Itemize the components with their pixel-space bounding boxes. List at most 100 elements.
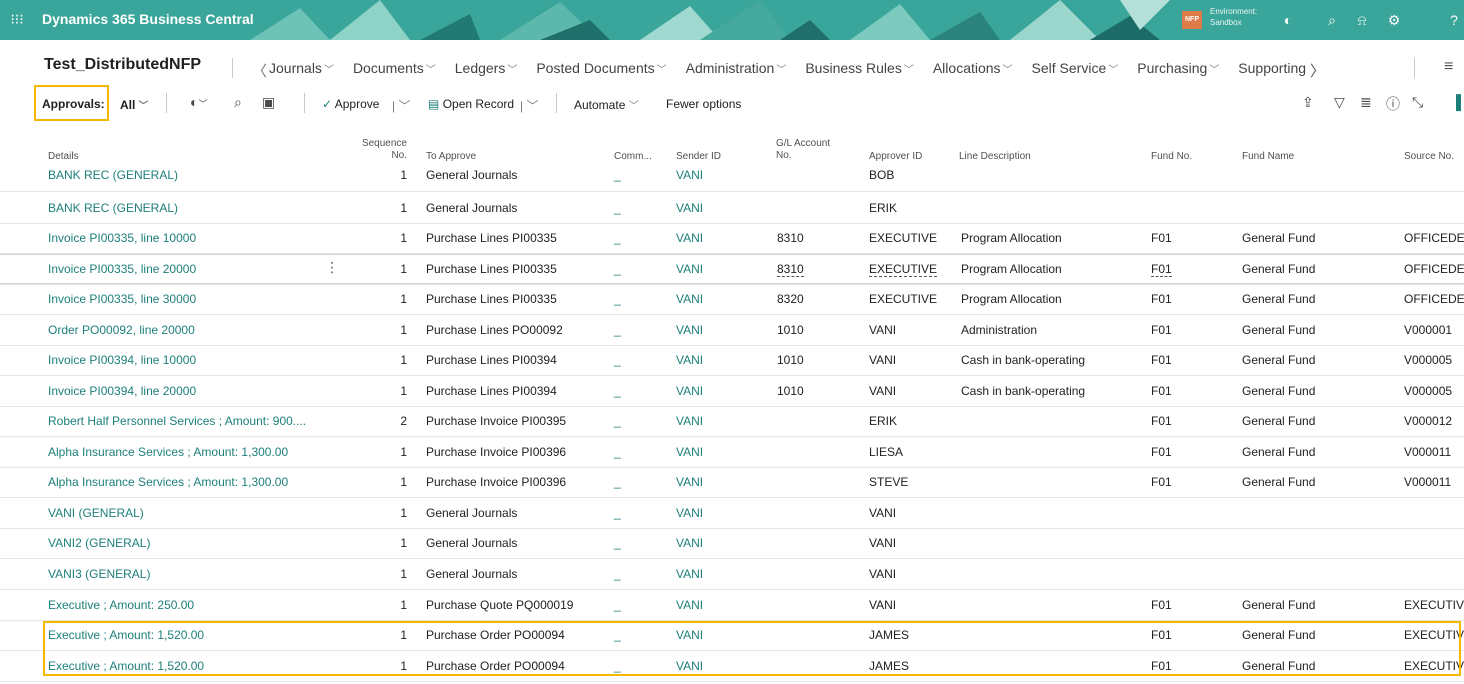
approve-button[interactable]: ✓ Approve: [322, 97, 379, 111]
cell-comments[interactable]: _: [614, 506, 621, 520]
collapse-icon[interactable]: ⤡: [1412, 94, 1423, 111]
filter-selector[interactable]: All ﹀: [120, 97, 148, 112]
share-icon[interactable]: ⇪: [1302, 94, 1314, 111]
cell-sender-id[interactable]: VANI: [676, 201, 703, 215]
info-icon[interactable]: ⓘ: [1386, 94, 1400, 114]
cell-comments[interactable]: _: [614, 475, 621, 489]
cell-sender-id[interactable]: VANI: [676, 659, 703, 673]
cell-comments[interactable]: _: [614, 384, 621, 398]
notifications-icon[interactable]: ⍾: [1352, 10, 1372, 30]
header-gl-account[interactable]: G/L Account No.: [776, 138, 830, 162]
cell-sender-id[interactable]: VANI: [676, 262, 703, 276]
nav-purchasing[interactable]: Purchasing ﹀: [1137, 60, 1219, 78]
cell-details[interactable]: Robert Half Personnel Services ; Amount:…: [48, 414, 306, 428]
cell-sender-id[interactable]: VANI: [676, 384, 703, 398]
search-icon[interactable]: ⌕: [1322, 10, 1342, 30]
cell-details[interactable]: Invoice PI00394, line 20000: [48, 384, 196, 398]
cell-comments[interactable]: _: [614, 262, 621, 276]
nav-scroll-left-icon[interactable]: 〈: [252, 60, 267, 80]
cell-sender-id[interactable]: VANI: [676, 475, 703, 489]
cell-comments[interactable]: _: [614, 168, 621, 182]
cell-comments[interactable]: _: [614, 536, 621, 550]
menu-icon[interactable]: ≡: [1444, 58, 1453, 76]
nav-documents[interactable]: Documents ﹀: [353, 60, 436, 78]
table-row[interactable]: Executive ; Amount: 250.00 1 Purchase Quot…: [0, 590, 1464, 621]
table-row[interactable]: Invoice PI00394, line 20000 1 Purchase Lin…: [0, 376, 1464, 407]
header-sequence[interactable]: Sequence No.: [359, 138, 407, 162]
table-row[interactable]: VANI3 (GENERAL) 1 General Journals _ VANI VAN…: [0, 559, 1464, 590]
table-row[interactable]: Order PO00092, line 20000 1 Purchase Lines…: [0, 315, 1464, 346]
cell-details[interactable]: Invoice PI00335, line 30000: [48, 292, 196, 306]
table-row[interactable]: BANK REC (GENERAL) 1 General Journals _ VANI…: [0, 162, 1464, 192]
table-row[interactable]: Alpha Insurance Services ; Amount: 1,300…: [0, 467, 1464, 498]
table-row[interactable]: Invoice PI00335, line 30000 1 Purchase Lin…: [0, 284, 1464, 315]
nav-administration[interactable]: Administration ﹀: [686, 60, 787, 78]
cell-comments[interactable]: _: [614, 659, 621, 673]
fewer-options-button[interactable]: Fewer options: [666, 97, 741, 111]
copilot-icon[interactable]: ◐: [1278, 10, 1298, 30]
table-row[interactable]: Invoice PI00394, line 10000 1 Purchase Lin…: [0, 345, 1464, 376]
table-row[interactable]: Robert Half Personnel Services ; Amount:…: [0, 406, 1464, 437]
cell-details[interactable]: VANI (GENERAL): [48, 506, 144, 520]
table-row[interactable]: Invoice PI00335, line 20000 1 Purchase Lin…: [0, 254, 1464, 285]
cell-comments[interactable]: _: [614, 353, 621, 367]
cell-details[interactable]: VANI3 (GENERAL): [48, 567, 150, 581]
cell-sender-id[interactable]: VANI: [676, 168, 703, 182]
cell-comments[interactable]: _: [614, 292, 621, 306]
open-record-dropdown[interactable]: | ﹀: [520, 97, 538, 114]
cell-comments[interactable]: _: [614, 628, 621, 642]
app-title[interactable]: Dynamics 365 Business Central: [42, 11, 254, 27]
copilot-filter-icon[interactable]: ◐﹀: [190, 94, 207, 110]
open-record-button[interactable]: ▤ Open Record: [428, 97, 514, 111]
cell-details[interactable]: Executive ; Amount: 1,520.00: [48, 628, 204, 642]
filter-icon[interactable]: ▽: [1334, 94, 1345, 111]
cell-details[interactable]: Order PO00092, line 20000: [48, 323, 195, 337]
cell-details[interactable]: Executive ; Amount: 1,520.00: [48, 659, 204, 673]
cell-details[interactable]: Alpha Insurance Services ; Amount: 1,300…: [48, 475, 288, 489]
table-row[interactable]: VANI (GENERAL) 1 General Journals _ VANI VANI: [0, 498, 1464, 529]
table-row[interactable]: Alpha Insurance Services ; Amount: 1,300…: [0, 437, 1464, 468]
table-row[interactable]: VANI2 (GENERAL) 1 General Journals _ VANI VAN…: [0, 528, 1464, 559]
cell-sender-id[interactable]: VANI: [676, 628, 703, 642]
cell-sender-id[interactable]: VANI: [676, 292, 703, 306]
cell-details[interactable]: Invoice PI00394, line 10000: [48, 353, 196, 367]
row-actions-icon[interactable]: ⋮: [325, 259, 339, 276]
cell-sender-id[interactable]: VANI: [676, 506, 703, 520]
cell-comments[interactable]: _: [614, 231, 621, 245]
cell-details[interactable]: BANK REC (GENERAL): [48, 201, 178, 215]
table-row[interactable]: Invoice PI00335, line 10000 1 Purchase Lin…: [0, 223, 1464, 254]
automate-menu[interactable]: Automate ﹀: [574, 97, 639, 112]
cell-sender-id[interactable]: VANI: [676, 567, 703, 581]
settings-icon[interactable]: ⚙: [1384, 10, 1404, 30]
cell-sender-id[interactable]: VANI: [676, 353, 703, 367]
table-row[interactable]: BANK REC (GENERAL) 1 General Journals _ VANI…: [0, 193, 1464, 224]
nav-posted-documents[interactable]: Posted Documents ﹀: [536, 60, 666, 78]
cell-sender-id[interactable]: VANI: [676, 598, 703, 612]
cell-details[interactable]: Invoice PI00335, line 10000: [48, 231, 196, 245]
search-icon[interactable]: ⌕: [234, 94, 242, 111]
nav-business-rules[interactable]: Business Rules ﹀: [805, 60, 914, 78]
nav-supporting[interactable]: Supporting: [1238, 60, 1306, 78]
table-row[interactable]: Executive ; Amount: 1,520.00 1 Purchase Or…: [0, 620, 1464, 651]
approve-dropdown[interactable]: | ﹀: [392, 97, 410, 114]
cell-details[interactable]: Executive ; Amount: 250.00: [48, 598, 194, 612]
cell-details[interactable]: BANK REC (GENERAL): [48, 168, 178, 182]
cell-comments[interactable]: _: [614, 598, 621, 612]
nav-self-service[interactable]: Self Service ﹀: [1032, 60, 1119, 78]
cell-comments[interactable]: _: [614, 414, 621, 428]
cell-comments[interactable]: _: [614, 567, 621, 581]
excel-icon[interactable]: ▌: [1456, 94, 1464, 110]
table-row[interactable]: Executive ; Amount: 1,520.00 1 Purchase Or…: [0, 651, 1464, 682]
nav-ledgers[interactable]: Ledgers ﹀: [455, 60, 518, 78]
cell-details[interactable]: VANI2 (GENERAL): [48, 536, 150, 550]
list-view-icon[interactable]: ≣: [1360, 94, 1372, 111]
nav-journals[interactable]: Journals ﹀: [269, 60, 334, 78]
cell-sender-id[interactable]: VANI: [676, 536, 703, 550]
app-launcher-icon[interactable]: ⁝⁝⁝: [8, 10, 26, 28]
nav-scroll-right-icon[interactable]: 〉: [1310, 60, 1325, 80]
cell-sender-id[interactable]: VANI: [676, 323, 703, 337]
nav-allocations[interactable]: Allocations ﹀: [933, 60, 1013, 78]
cell-details[interactable]: Alpha Insurance Services ; Amount: 1,300…: [48, 445, 288, 459]
company-title[interactable]: Test_DistributedNFP: [44, 56, 201, 74]
cell-sender-id[interactable]: VANI: [676, 231, 703, 245]
